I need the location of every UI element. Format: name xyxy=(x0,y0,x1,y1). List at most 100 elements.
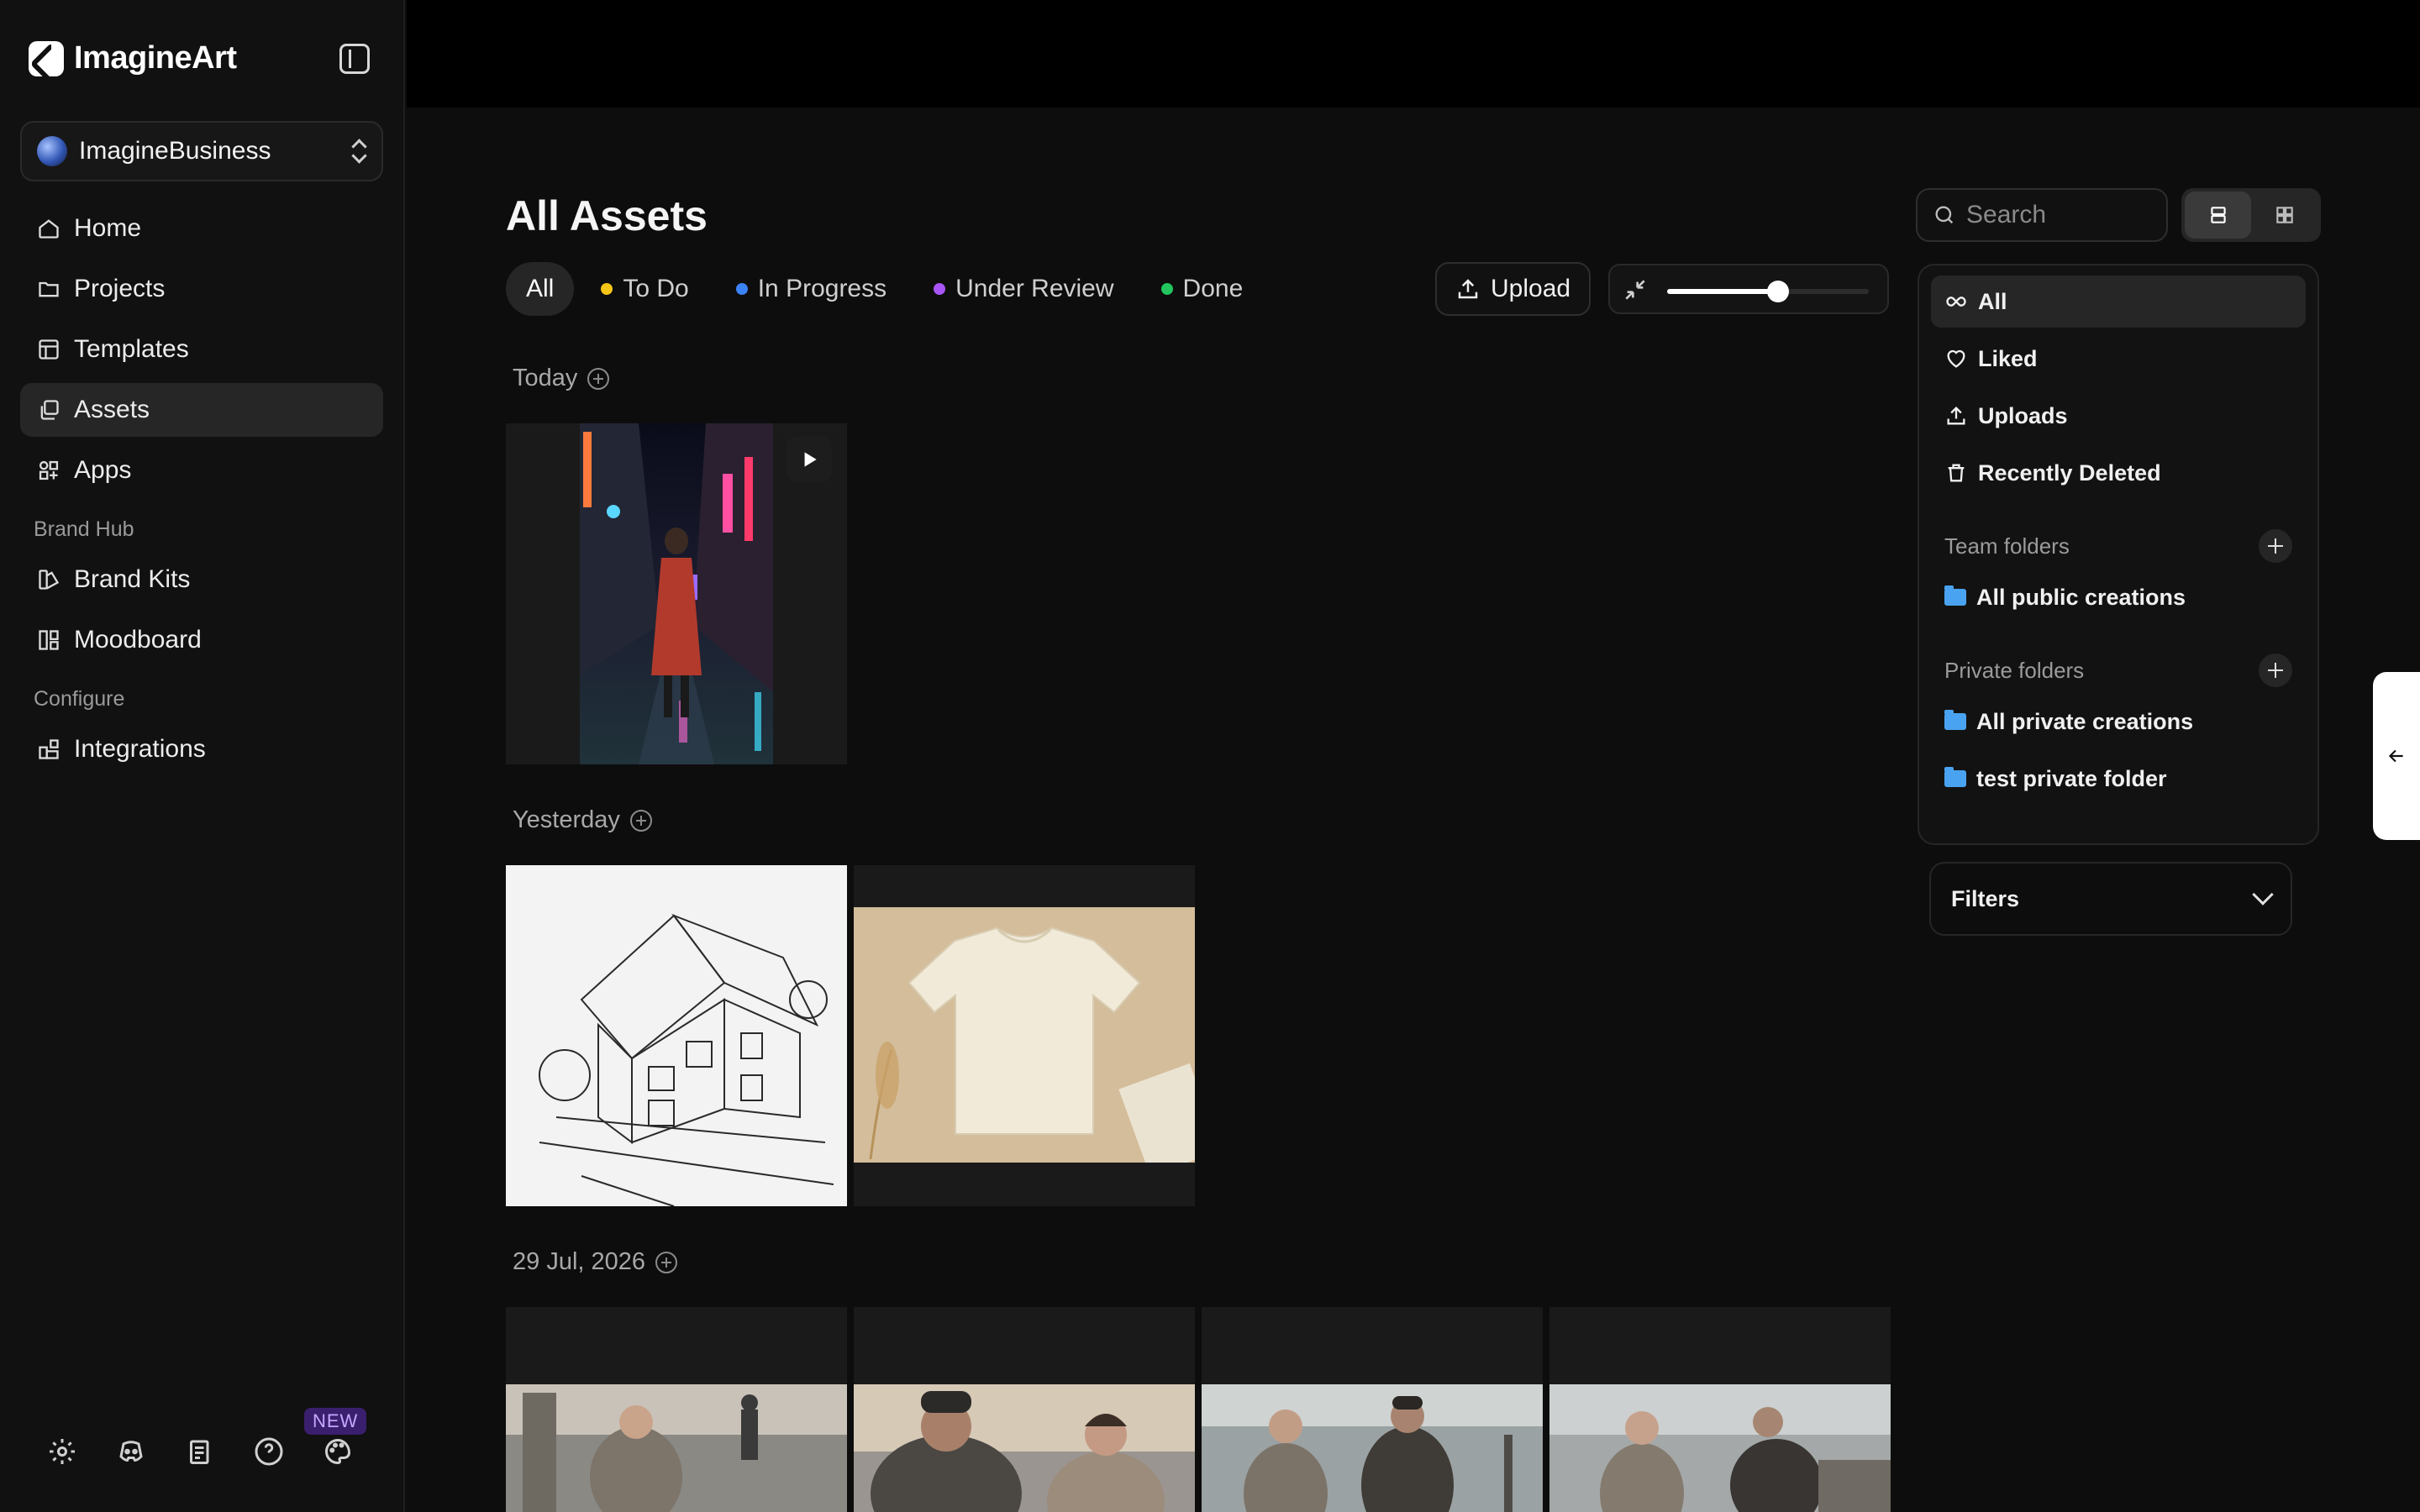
filters-dropdown[interactable]: Filters xyxy=(1929,862,2292,936)
slider-fill xyxy=(1667,289,1778,294)
discord-icon[interactable] xyxy=(116,1436,146,1467)
nav-item-apps[interactable]: Apps xyxy=(20,444,383,497)
section-label: Team folders xyxy=(1944,533,2070,559)
library-item-label: Uploads xyxy=(1978,402,2068,428)
library-item-recently-deleted[interactable]: Recently Deleted xyxy=(1931,447,2306,499)
trash-icon xyxy=(1948,464,1965,482)
docs-icon[interactable] xyxy=(185,1436,215,1467)
tab-done[interactable]: Done xyxy=(1141,262,1264,316)
tab-in-progress[interactable]: In Progress xyxy=(716,262,907,316)
grid-view-icon[interactable] xyxy=(2251,192,2317,239)
top-bar xyxy=(407,0,2420,108)
upload-icon xyxy=(1458,279,1478,299)
asset-image-harbor-scene xyxy=(1549,1384,1891,1512)
search-box[interactable] xyxy=(1916,188,2168,242)
palette-icon[interactable] xyxy=(323,1436,353,1467)
folder-icon xyxy=(1944,585,1966,606)
tab-all[interactable]: All xyxy=(506,262,575,316)
folder-item[interactable]: All public creations xyxy=(1931,571,2306,623)
thumbnail-size-slider[interactable] xyxy=(1667,281,1869,302)
template-icon xyxy=(37,338,60,361)
asset-thumbnail[interactable] xyxy=(506,865,847,1206)
library-item-uploads[interactable]: Uploads xyxy=(1931,390,2306,442)
folder-label: All private creations xyxy=(1976,708,2194,734)
primary-nav: Home Projects Templates Assets Apps Bran… xyxy=(20,202,383,783)
nav-item-label: Moodboard xyxy=(74,626,202,654)
home-icon xyxy=(37,217,60,240)
status-dot xyxy=(601,283,613,295)
thumbnail-size-control xyxy=(1608,264,1889,314)
asset-thumbnail[interactable] xyxy=(506,1307,847,1512)
nav-item-projects[interactable]: Projects xyxy=(20,262,383,316)
nav-item-label: Assets xyxy=(74,396,150,423)
nav-item-label: Home xyxy=(74,214,142,242)
sidebar-footer xyxy=(47,1436,353,1467)
nav-item-integrations[interactable]: Integrations xyxy=(20,722,383,776)
filters-label: Filters xyxy=(1951,885,2020,911)
tab-under-review[interactable]: Under Review xyxy=(913,262,1134,316)
upload-button[interactable]: Upload xyxy=(1435,262,1591,316)
workspace-avatar xyxy=(37,136,67,166)
library-item-label: All xyxy=(1978,288,2007,314)
nav-item-assets[interactable]: Assets xyxy=(20,383,383,437)
asset-thumbnail[interactable] xyxy=(854,865,1195,1206)
moodboard-icon xyxy=(37,628,60,652)
integrations-icon xyxy=(37,738,60,761)
asset-thumbnail[interactable] xyxy=(506,423,847,764)
asset-image-harbor-scene xyxy=(854,1384,1195,1512)
asset-image-house-sketch xyxy=(506,865,847,1206)
nav-item-brand-kits[interactable]: Brand Kits xyxy=(20,553,383,606)
panel-collapse-tab[interactable] xyxy=(2373,672,2420,840)
tab-label: Done xyxy=(1182,275,1244,302)
folder-icon xyxy=(1944,767,1966,787)
asset-thumbnail[interactable] xyxy=(854,1307,1195,1512)
settings-icon[interactable] xyxy=(47,1436,77,1467)
view-mode-toggle xyxy=(2181,188,2321,242)
section-brand-hub: Brand Hub xyxy=(34,517,134,541)
library-item-liked[interactable]: Liked xyxy=(1931,333,2306,385)
add-circle-icon[interactable] xyxy=(655,1251,678,1273)
workspace-name: ImagineBusiness xyxy=(79,137,271,165)
nav-item-moodboard[interactable]: Moodboard xyxy=(20,613,383,667)
tab-label: To Do xyxy=(623,275,689,302)
help-icon[interactable] xyxy=(254,1436,284,1467)
asset-thumbnail[interactable] xyxy=(1202,1307,1543,1512)
tab-label: All xyxy=(526,275,555,302)
asset-image-harbor-scene xyxy=(1202,1384,1543,1512)
nav-item-label: Brand Kits xyxy=(74,565,191,593)
library-item-all[interactable]: All xyxy=(1931,276,2306,328)
asset-thumbnail[interactable] xyxy=(1549,1307,1891,1512)
play-icon[interactable] xyxy=(786,437,832,482)
add-circle-icon[interactable] xyxy=(587,367,610,390)
library-item-label: Recently Deleted xyxy=(1978,459,2161,486)
status-dot xyxy=(735,283,748,295)
app-logo[interactable]: ImagineArt xyxy=(29,40,237,76)
folder-icon xyxy=(37,277,60,301)
search-input[interactable] xyxy=(1966,201,2151,229)
tab-to-do[interactable]: To Do xyxy=(581,262,708,316)
app-name: ImagineArt xyxy=(74,40,237,76)
nav-item-templates[interactable]: Templates xyxy=(20,323,383,376)
page-title: All Assets xyxy=(506,192,708,239)
nav-item-label: Projects xyxy=(74,275,166,302)
add-private-folder-icon[interactable] xyxy=(2259,654,2292,687)
chevron-down-icon xyxy=(2252,884,2274,906)
sidebar-toggle-icon[interactable] xyxy=(339,44,370,74)
collapse-icon[interactable] xyxy=(1622,276,1649,303)
library-panel: All Liked Uploads Recently Deleted Team … xyxy=(1918,264,2319,845)
folder-item[interactable]: All private creations xyxy=(1931,696,2306,748)
nav-item-home[interactable]: Home xyxy=(20,202,383,255)
group-header-today: Today xyxy=(513,365,610,392)
list-view-icon[interactable] xyxy=(2185,192,2251,239)
tab-label: In Progress xyxy=(757,275,887,302)
folder-item[interactable]: test private folder xyxy=(1931,753,2306,805)
workspace-switcher[interactable]: ImagineBusiness xyxy=(20,121,383,181)
search-icon xyxy=(1935,206,1954,224)
nav-item-label: Templates xyxy=(74,335,189,363)
asset-image-tshirt-mockup xyxy=(854,907,1195,1163)
upload-icon xyxy=(1947,407,1965,425)
add-circle-icon[interactable] xyxy=(629,809,652,832)
folder-icon xyxy=(1944,710,1966,730)
add-team-folder-icon[interactable] xyxy=(2259,529,2292,563)
slider-handle[interactable] xyxy=(1767,281,1789,302)
